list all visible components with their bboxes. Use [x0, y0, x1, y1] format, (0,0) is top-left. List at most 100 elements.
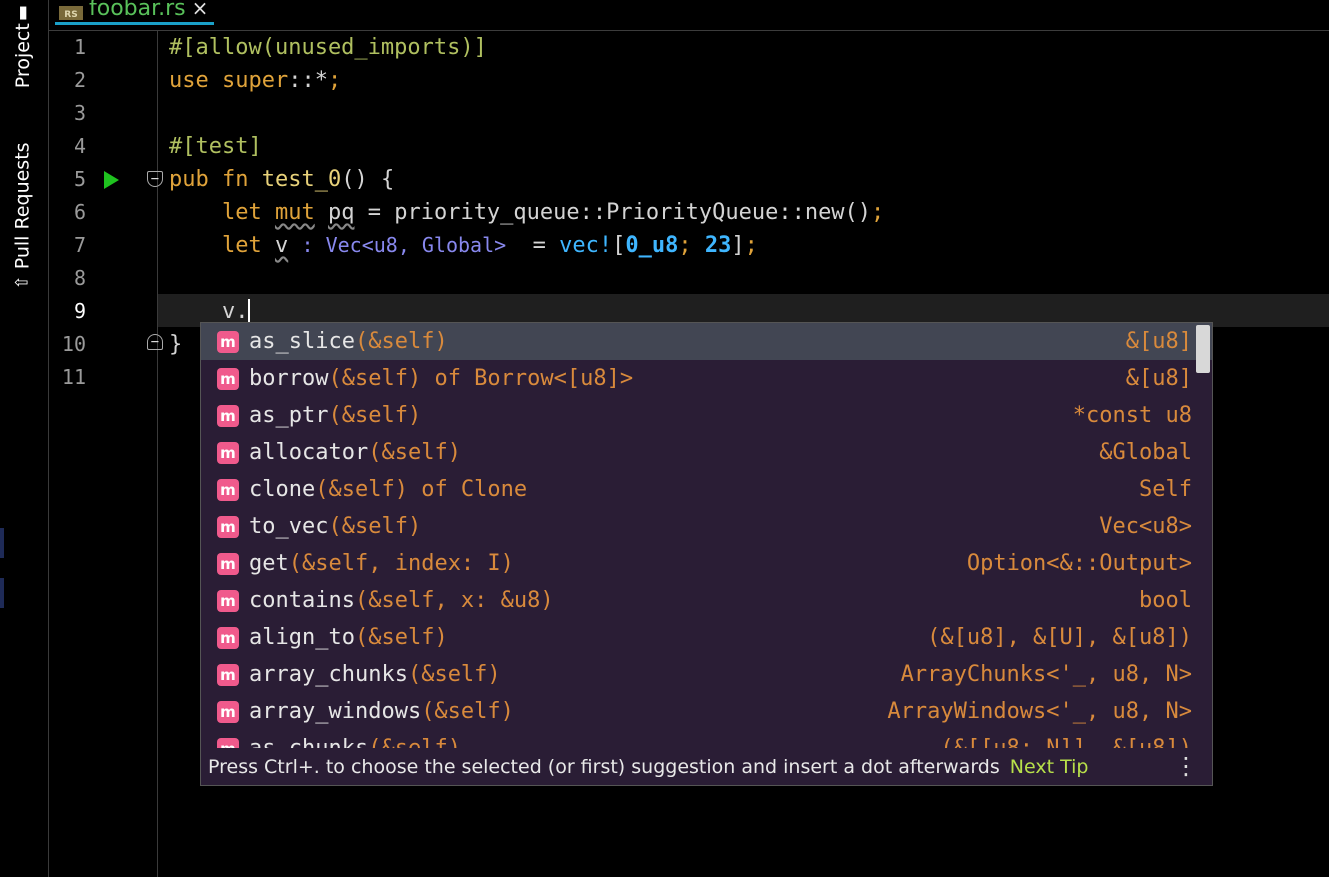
- completion-list[interactable]: m as_slice (&self) &[u8] m borrow (&self) of B…: [201, 323, 1212, 748]
- code-editor[interactable]: #[allow(unused_imports)] use super::*; #…: [169, 31, 1329, 361]
- method-icon: m: [217, 626, 239, 649]
- run-test-icon[interactable]: [104, 171, 119, 189]
- completion-item-return-type: &Global: [1099, 440, 1192, 465]
- completion-item-name: get: [249, 551, 289, 576]
- completion-item-return-type: ArrayChunks<'_, u8, N>: [900, 662, 1192, 687]
- semicolon: ;: [327, 68, 342, 93]
- completion-item-name: contains: [249, 588, 355, 613]
- completion-item-signature: (&self, x: &u8): [354, 588, 554, 613]
- completion-item-signature: (&self): [368, 440, 461, 465]
- code-text: () {: [341, 167, 395, 192]
- file-tab-foobar[interactable]: RS foobar.rs ×: [55, 0, 215, 25]
- code-line: let mut pq = priority_queue::PriorityQue…: [169, 196, 1329, 229]
- completion-item[interactable]: m to_vec (&self) Vec<u8>: [201, 508, 1212, 545]
- completion-tip-text: Press Ctrl+. to choose the selected (or …: [208, 755, 1000, 778]
- strip-edge-marker: [0, 578, 4, 608]
- completion-item[interactable]: m as_chunks(&self) (&[[u8; N]], &[u8]): [201, 730, 1212, 748]
- completion-item-name: array_windows: [249, 699, 422, 724]
- semicolon: ;: [744, 233, 758, 258]
- function-name: test_0: [261, 167, 342, 192]
- keyword: pub fn: [169, 167, 249, 192]
- pull-requests-tool-tab[interactable]: ⇧ Pull Requests: [10, 132, 36, 300]
- keyword: use: [169, 68, 209, 93]
- method-icon: m: [217, 552, 239, 575]
- line-number: 7: [73, 233, 86, 257]
- code-text: ]: [731, 233, 745, 258]
- semicolon: ;: [871, 200, 885, 225]
- completion-item[interactable]: m as_slice (&self) &[u8]: [201, 323, 1212, 360]
- completion-item-signature: (&self): [328, 514, 422, 539]
- completion-item-return-type: Vec<u8>: [1099, 514, 1192, 539]
- method-icon: m: [217, 330, 239, 353]
- path: super: [222, 68, 289, 93]
- completion-item-signature: (&self): [328, 403, 422, 428]
- completion-item[interactable]: m align_to (&self) (&[u8], &[U], &[u8]): [201, 619, 1212, 656]
- line-number: 3: [73, 101, 86, 125]
- keyword: mut: [274, 200, 315, 225]
- code-line: use super::*;: [169, 64, 1329, 97]
- code-text: ;: [678, 233, 705, 258]
- code-text: [: [612, 233, 626, 258]
- pull-request-icon: ⇧: [13, 275, 33, 290]
- method-icon: m: [217, 515, 239, 538]
- method-icon: m: [217, 478, 239, 501]
- fold-start-icon[interactable]: −: [147, 171, 163, 187]
- completion-item[interactable]: m clone (&self) of Clone Self: [201, 471, 1212, 508]
- completion-item-return-type: &[u8]: [1125, 329, 1192, 354]
- completion-item-signature: (&self): [368, 736, 461, 748]
- completion-item-return-type: &[u8]: [1125, 366, 1192, 391]
- next-tip-link[interactable]: Next Tip: [1010, 756, 1089, 778]
- completion-item-signature: (&self): [354, 625, 448, 650]
- tool-window-strip: Project ▮ ⇧ Pull Requests: [0, 0, 49, 877]
- close-icon[interactable]: ×: [192, 0, 209, 20]
- method-icon: m: [217, 404, 239, 427]
- fold-end-icon[interactable]: −: [147, 334, 163, 350]
- number-literal: 0_u8: [625, 233, 679, 258]
- attribute: #[test]: [169, 134, 262, 159]
- type-hint: : Vec<u8, Global>: [301, 233, 507, 257]
- completion-item-signature: (&self): [407, 662, 501, 687]
- completion-item[interactable]: m as_ptr (&self) *const u8: [201, 397, 1212, 434]
- completion-item-signature: (&self, index: I): [288, 551, 514, 576]
- completion-item[interactable]: m array_windows (&self) ArrayWindows<'_, u8…: [201, 693, 1212, 730]
- completion-item[interactable]: m allocator (&self) &Global: [201, 434, 1212, 471]
- file-tab-label: foobar.rs: [89, 0, 186, 21]
- completion-item-name: clone: [249, 477, 316, 502]
- line-number: 2: [73, 68, 86, 92]
- code-line: #[allow(unused_imports)]: [169, 31, 1329, 64]
- completion-item-name: to_vec: [249, 514, 329, 539]
- completion-item-return-type: *const u8: [1072, 403, 1192, 428]
- code-text: =: [506, 233, 560, 258]
- completion-item-name: array_chunks: [249, 662, 408, 687]
- line-number: 11: [61, 365, 86, 389]
- completion-item-name: align_to: [249, 625, 355, 650]
- completion-item-signature: (&self) of Borrow<[u8]>: [328, 366, 634, 391]
- completion-item[interactable]: m contains (&self, x: &u8) bool: [201, 582, 1212, 619]
- completion-item[interactable]: m get (&self, index: I) Option<&::Output>: [201, 545, 1212, 582]
- completion-item-return-type: Self: [1139, 477, 1192, 502]
- line-number: 5: [73, 167, 86, 191]
- completion-item[interactable]: m borrow (&self) of Borrow<[u8]> &[u8]: [201, 360, 1212, 397]
- project-tool-tab[interactable]: Project ▮: [10, 0, 36, 95]
- completion-item-return-type: Option<&::Output>: [966, 551, 1192, 576]
- completion-item-name: as_chunks: [249, 736, 368, 748]
- code-text: }: [169, 332, 183, 357]
- line-number: 10: [61, 332, 86, 356]
- completion-footer: Press Ctrl+. to choose the selected (or …: [201, 748, 1212, 785]
- keyword: let: [221, 200, 262, 225]
- variable: pq: [327, 200, 355, 225]
- scrollbar-thumb[interactable]: [1196, 325, 1210, 373]
- more-options-icon[interactable]: ⋮: [1174, 752, 1198, 780]
- completion-item-return-type: (&[[u8; N]], &[u8]): [940, 736, 1192, 748]
- line-number: 9: [73, 299, 86, 323]
- completion-item-signature: (&self) of Clone: [315, 477, 528, 502]
- code-line: #[test]: [169, 130, 1329, 163]
- method-icon: m: [217, 441, 239, 464]
- variable: v: [274, 233, 289, 258]
- editor-tab-bar: RS foobar.rs ×: [49, 0, 1329, 31]
- completion-popup[interactable]: m as_slice (&self) &[u8] m borrow (&self) of B…: [200, 322, 1213, 786]
- method-icon: m: [217, 737, 239, 748]
- completion-item[interactable]: m array_chunks (&self) ArrayChunks<'_, u8, …: [201, 656, 1212, 693]
- completion-item-name: as_ptr: [249, 403, 329, 428]
